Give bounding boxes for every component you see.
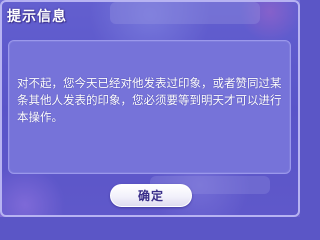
message-panel: 对不起，您今天已经对他发表过印象，或者赞同过某条其他人发表的印象，您必须要等到明… — [8, 40, 291, 174]
dialog-message: 对不起，您今天已经对他发表过印象，或者赞同过某条其他人发表的印象，您必须要等到明… — [17, 76, 282, 124]
confirm-button[interactable]: 确定 — [110, 184, 192, 207]
confirm-button-label: 确定 — [137, 189, 164, 203]
notice-dialog: 提示信息 对不起，您今天已经对他发表过印象，或者赞同过某条其他人发表的印象，您必… — [0, 0, 300, 217]
dialog-title: 提示信息 — [7, 9, 67, 25]
